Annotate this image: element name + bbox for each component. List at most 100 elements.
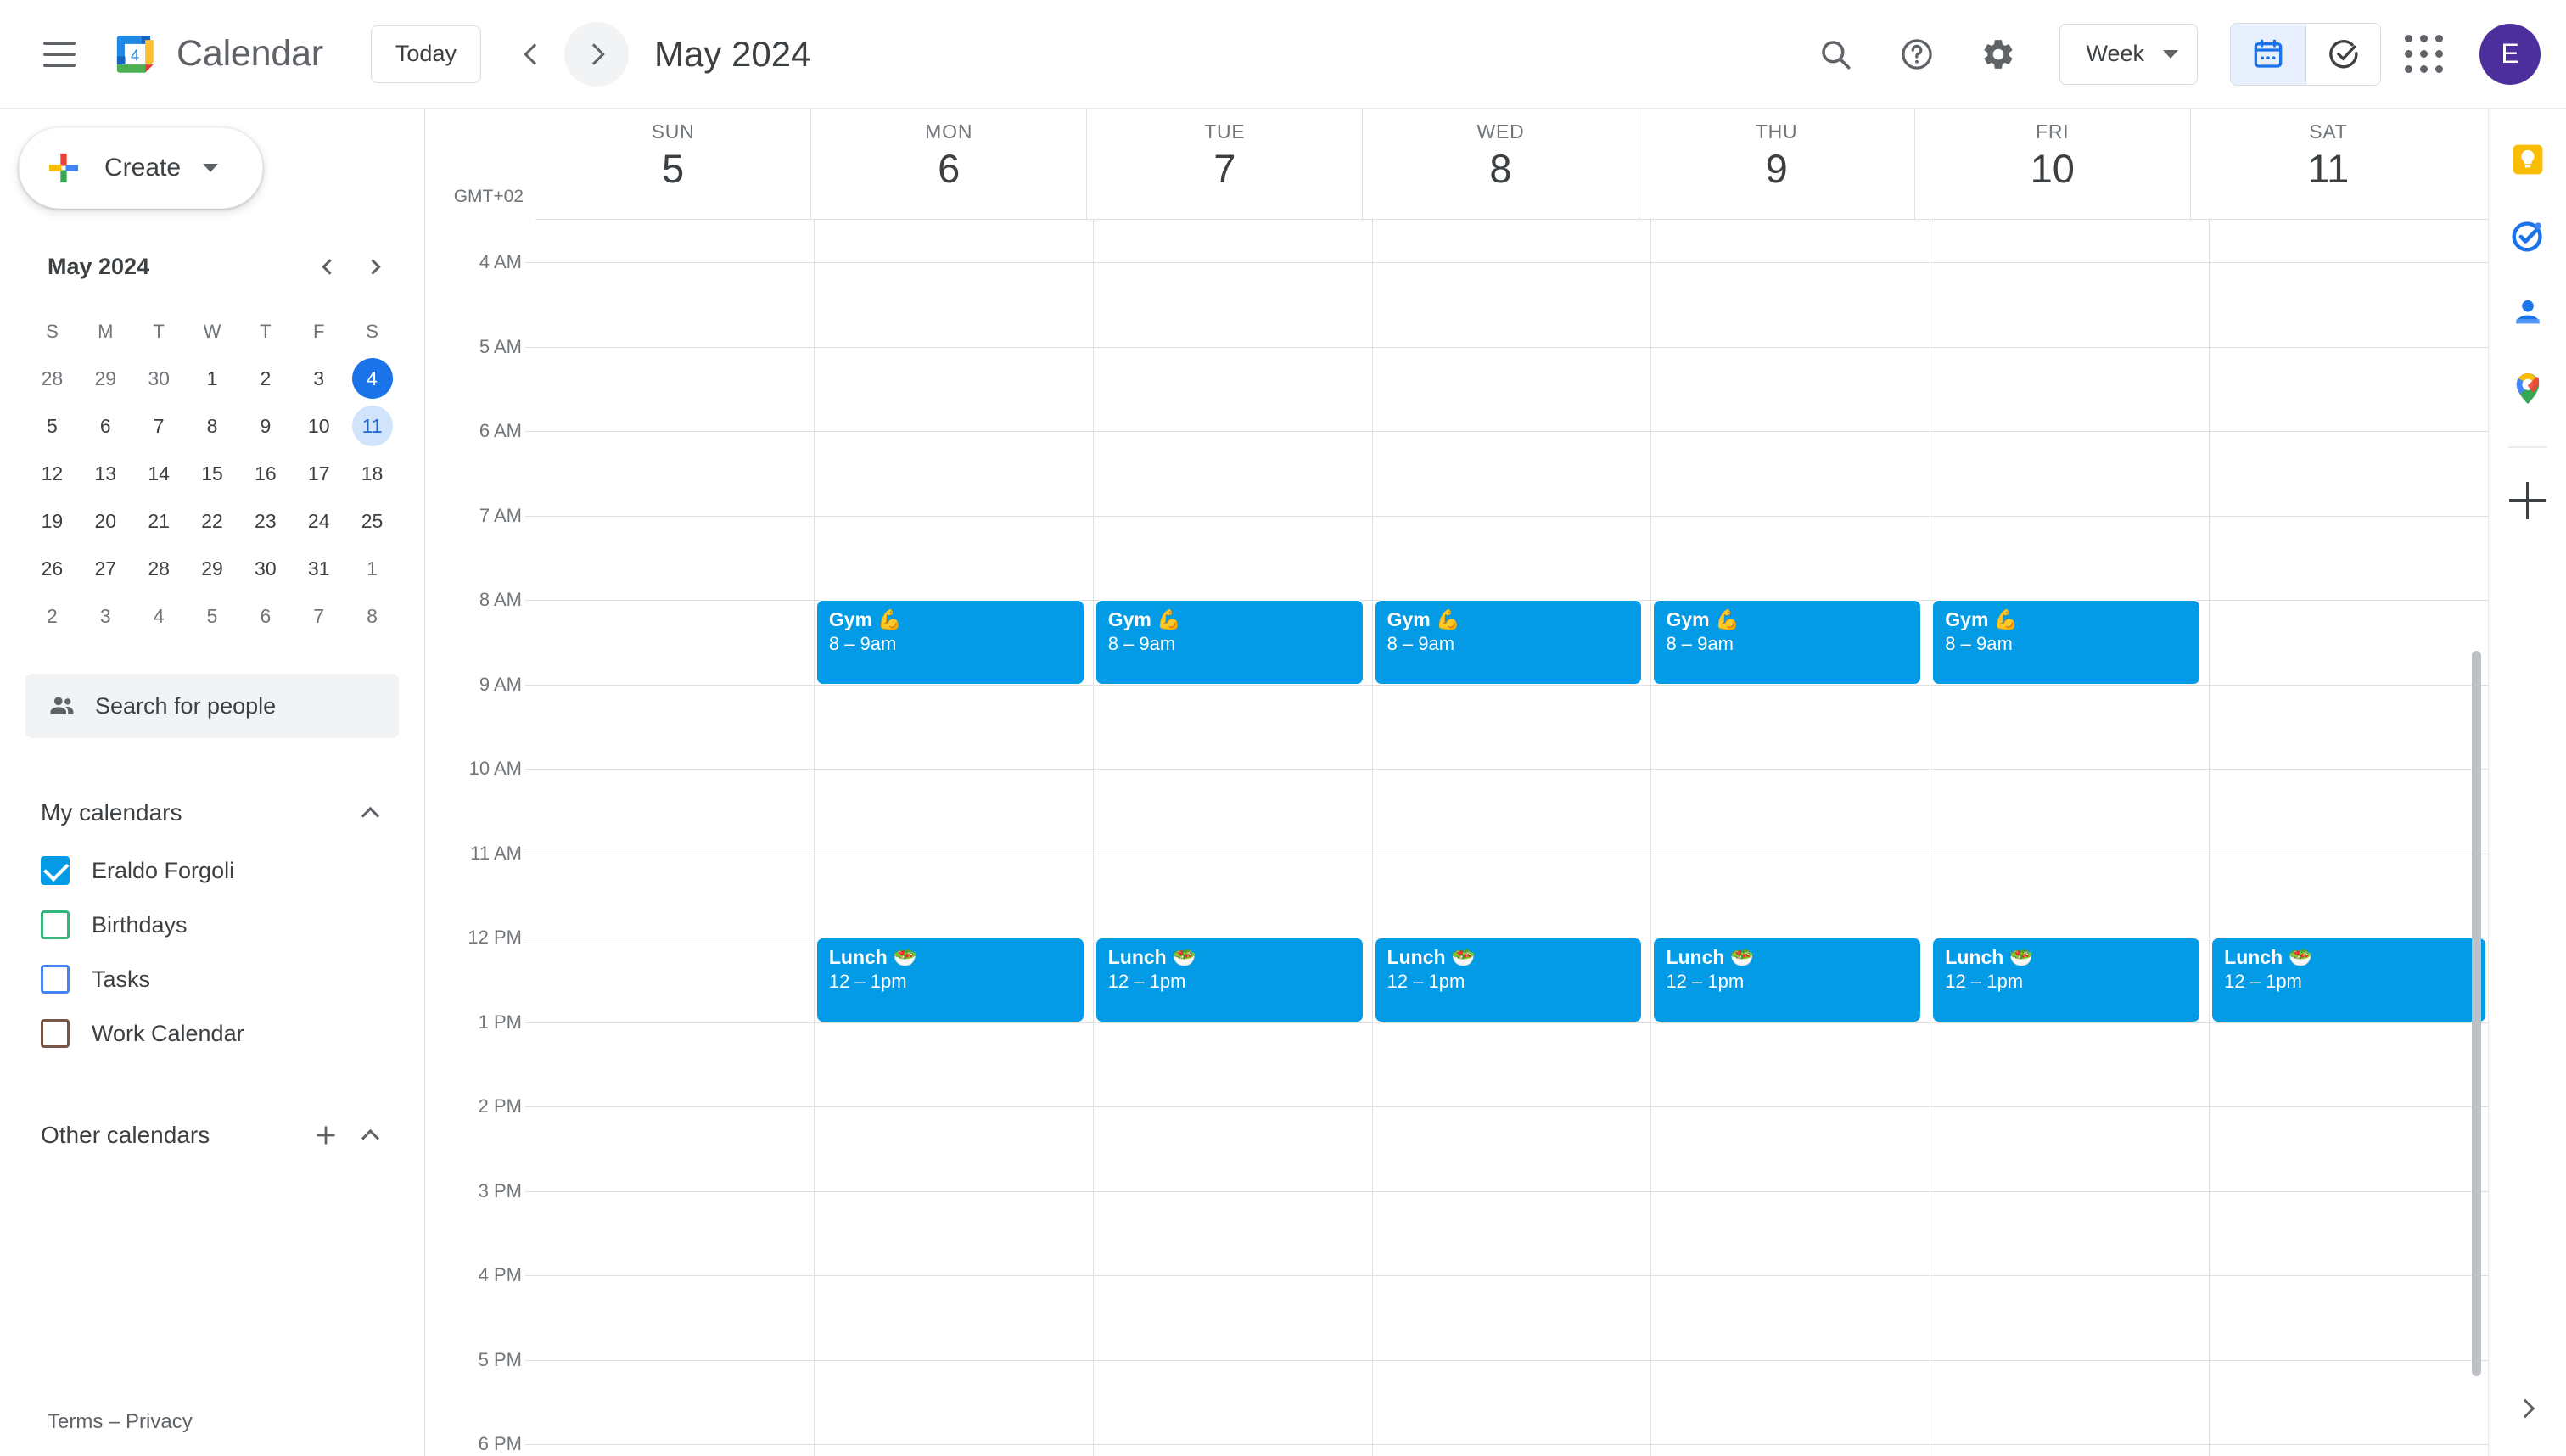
search-for-people-input[interactable]: Search for people [25,674,399,738]
mini-calendar-day[interactable]: 24 [292,497,345,545]
terms-link[interactable]: Terms [48,1410,103,1433]
mini-calendar-day[interactable]: 2 [238,355,292,402]
google-maps-icon[interactable] [2504,365,2552,412]
day-column[interactable] [535,220,814,1456]
mini-calendar-day[interactable]: 21 [132,497,186,545]
day-header[interactable]: MON 6 [810,109,1086,219]
gear-icon[interactable] [1959,15,2037,93]
mini-calendar-day[interactable]: 30 [238,545,292,592]
calendar-event[interactable]: Gym 💪 8 – 9am [815,600,1084,685]
apps-grid-icon[interactable] [2384,15,2462,93]
view-selector[interactable]: Week [2059,23,2198,85]
mini-calendar-day[interactable]: 2 [25,592,79,640]
calendar-list-item[interactable]: Eraldo Forgoli [25,843,399,898]
calendar-checkbox[interactable] [41,965,70,994]
mini-calendar-day[interactable]: 7 [292,592,345,640]
google-contacts-icon[interactable] [2504,288,2552,336]
calendar-event[interactable]: Lunch 🥗 12 – 1pm [815,938,1084,1022]
mini-calendar-day[interactable]: 5 [186,592,239,640]
mini-calendar-day[interactable]: 13 [79,450,132,497]
mini-calendar-day[interactable]: 28 [25,355,79,402]
mini-calendar-day[interactable]: 5 [25,402,79,450]
calendar-event[interactable]: Gym 💪 8 – 9am [1932,600,2201,685]
mini-calendar-day[interactable]: 15 [186,450,239,497]
mini-calendar-day[interactable]: 6 [79,402,132,450]
calendar-event[interactable]: Lunch 🥗 12 – 1pm [1653,938,1922,1022]
mini-calendar-day[interactable]: 9 [238,402,292,450]
calendar-event[interactable]: Gym 💪 8 – 9am [1095,600,1364,685]
brand[interactable]: 4 Calendar [110,30,323,79]
mini-calendar-day[interactable]: 26 [25,545,79,592]
mini-calendar-day[interactable]: 1 [186,355,239,402]
chevron-up-icon[interactable] [348,791,392,835]
calendar-event[interactable]: Lunch 🥗 12 – 1pm [1374,938,1643,1022]
day-column[interactable]: Gym 💪 8 – 9am Lunch 🥗 12 – 1pm [1092,220,1372,1456]
calendar-event[interactable]: Lunch 🥗 12 – 1pm [1095,938,1364,1022]
mini-calendar-day[interactable]: 30 [132,355,186,402]
mini-calendar-day[interactable]: 4 [345,355,399,402]
privacy-link[interactable]: Privacy [126,1410,193,1433]
chevron-up-icon[interactable] [348,1113,392,1157]
day-column[interactable]: Gym 💪 8 – 9am Lunch 🥗 12 – 1pm [1371,220,1651,1456]
mini-calendar-day[interactable]: 3 [292,355,345,402]
calendar-view-button[interactable] [2231,23,2305,85]
mini-calendar-day[interactable]: 8 [345,592,399,640]
mini-calendar-day[interactable]: 3 [79,592,132,640]
mini-calendar-day[interactable]: 6 [238,592,292,640]
mini-calendar-day[interactable]: 14 [132,450,186,497]
mini-calendar-day[interactable]: 8 [186,402,239,450]
mini-calendar-day[interactable]: 17 [292,450,345,497]
mini-calendar-day[interactable]: 4 [132,592,186,640]
calendar-list-item[interactable]: Birthdays [25,898,399,952]
other-calendars-header[interactable]: Other calendars [25,1105,399,1166]
mini-calendar-day[interactable]: 29 [186,545,239,592]
avatar[interactable]: E [2479,23,2541,85]
day-column[interactable]: Lunch 🥗 12 – 1pm [2209,220,2488,1456]
help-circle-icon[interactable] [1878,15,1956,93]
mini-calendar-day[interactable]: 16 [238,450,292,497]
calendar-event[interactable]: Lunch 🥗 12 – 1pm [2211,938,2487,1022]
mini-calendar-day[interactable]: 29 [79,355,132,402]
mini-calendar-day[interactable]: 19 [25,497,79,545]
calendar-checkbox[interactable] [41,856,70,885]
day-header[interactable]: THU 9 [1638,109,1914,219]
day-column[interactable]: Gym 💪 8 – 9am Lunch 🥗 12 – 1pm [1930,220,2209,1456]
vertical-scrollbar[interactable] [2472,650,2481,1377]
calendar-event[interactable]: Gym 💪 8 – 9am [1653,600,1922,685]
day-header[interactable]: FRI 10 [1913,109,2190,219]
google-keep-icon[interactable] [2504,136,2552,183]
calendar-event[interactable]: Gym 💪 8 – 9am [1374,600,1643,685]
search-icon[interactable] [1796,15,1874,93]
hamburger-menu-icon[interactable] [20,15,98,93]
day-header[interactable]: WED 8 [1362,109,1638,219]
add-side-panel-app-button[interactable] [2504,477,2552,524]
day-header[interactable]: SAT 11 [2189,109,2466,219]
mini-calendar-day[interactable]: 18 [345,450,399,497]
mini-calendar-day[interactable]: 31 [292,545,345,592]
day-header[interactable]: TUE 7 [1086,109,1362,219]
mini-calendar-day[interactable]: 28 [132,545,186,592]
mini-calendar-day[interactable]: 22 [186,497,239,545]
expand-side-panel-button[interactable] [2504,1385,2552,1432]
today-button[interactable]: Today [370,25,481,83]
calendar-checkbox[interactable] [41,910,70,939]
day-column[interactable]: Gym 💪 8 – 9am Lunch 🥗 12 – 1pm [1650,220,1930,1456]
mini-calendar-day[interactable]: 10 [292,402,345,450]
previous-period-button[interactable] [500,22,564,87]
day-header[interactable]: SUN 5 [535,109,810,219]
calendar-checkbox[interactable] [41,1019,70,1048]
my-calendars-header[interactable]: My calendars [25,782,399,843]
mini-calendar-day[interactable]: 12 [25,450,79,497]
mini-calendar-next-button[interactable] [351,243,399,290]
mini-calendar-day[interactable]: 1 [345,545,399,592]
add-other-calendar-button[interactable] [304,1113,348,1157]
google-tasks-icon[interactable] [2504,212,2552,260]
mini-calendar-prev-button[interactable] [304,243,351,290]
calendar-event[interactable]: Lunch 🥗 12 – 1pm [1932,938,2201,1022]
mini-calendar-day[interactable]: 11 [345,402,399,450]
calendar-list-item[interactable]: Work Calendar [25,1006,399,1061]
mini-calendar-day[interactable]: 27 [79,545,132,592]
mini-calendar-day[interactable]: 23 [238,497,292,545]
mini-calendar-day[interactable]: 25 [345,497,399,545]
day-column[interactable]: Gym 💪 8 – 9am Lunch 🥗 12 – 1pm [813,220,1093,1456]
